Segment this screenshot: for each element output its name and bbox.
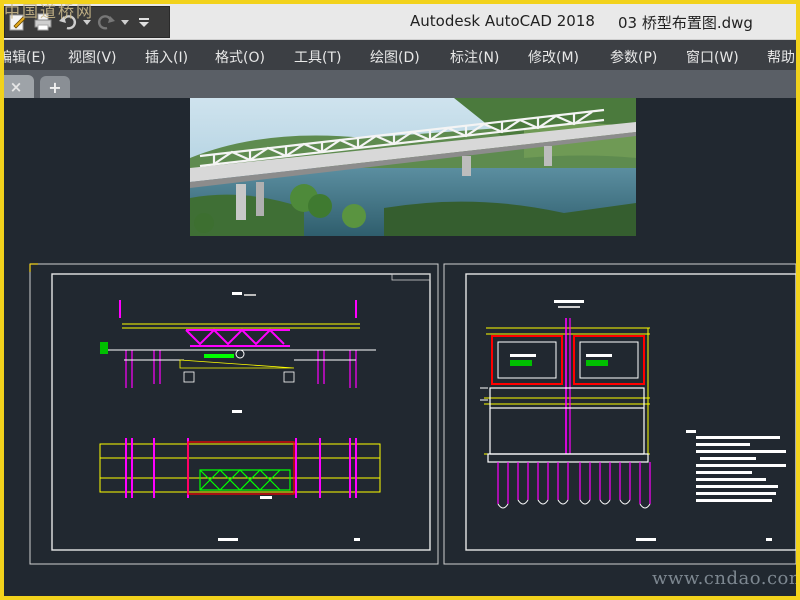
drawing-svg [29,98,796,565]
undo-dropdown-icon[interactable] [82,11,92,33]
menu-format[interactable]: 格式(O) [215,47,265,67]
menu-view[interactable]: 视图(V) [68,47,117,67]
tab-close-button[interactable]: × [4,75,34,98]
menu-edit[interactable]: 编辑(E) [4,47,46,67]
file-tab-bar: × + [4,70,796,98]
autocad-window: 中国道桥网 Autodesk AutoCAD 2018 03 桥型布置图.dwg… [4,4,796,596]
menu-window[interactable]: 窗口(W) [686,47,739,67]
menu-parameters[interactable]: 参数(P) [610,47,657,67]
menu-modify[interactable]: 修改(M) [528,47,579,67]
title-bar: 中国道桥网 Autodesk AutoCAD 2018 03 桥型布置图.dwg [4,4,796,40]
menu-draw[interactable]: 绘图(D) [370,47,420,67]
print-icon[interactable] [32,11,54,33]
menu-insert[interactable]: 插入(I) [145,47,188,67]
menu-bar: 编辑(E) 视图(V) 插入(I) 格式(O) 工具(T) 绘图(D) 标注(N… [4,40,796,70]
quick-access-toolbar [4,6,170,38]
edit-icon[interactable] [7,11,29,33]
left-drawing-sheet [29,263,439,565]
menu-dimension[interactable]: 标注(N) [450,47,499,67]
undo-icon[interactable] [57,11,79,33]
redo-dropdown-icon[interactable] [120,11,130,33]
redo-icon[interactable] [95,11,117,33]
app-title: Autodesk AutoCAD 2018 [410,12,595,30]
customize-icon[interactable] [133,11,155,33]
bridge-rendering-image [190,98,636,236]
file-title: 03 桥型布置图.dwg [618,14,753,32]
watermark-bottom: www.cndao.com [652,568,796,589]
menu-help[interactable]: 帮助 [767,47,795,67]
drawing-canvas[interactable]: www.cndao.com [4,98,796,596]
new-tab-button[interactable]: + [40,76,70,98]
menu-tools[interactable]: 工具(T) [294,47,341,67]
right-drawing-sheet [443,263,796,565]
